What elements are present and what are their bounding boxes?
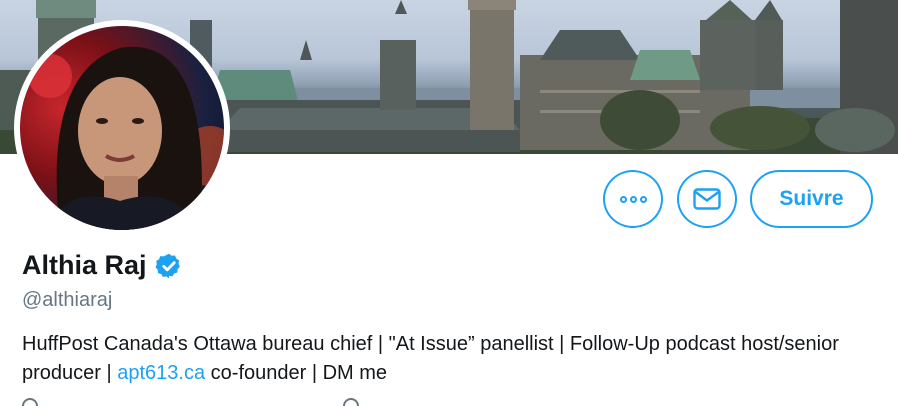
envelope-icon <box>693 188 721 210</box>
profile-name-row: Althia Raj <box>22 250 183 281</box>
bio-link[interactable]: apt613.ca <box>117 362 205 384</box>
avatar[interactable] <box>20 26 224 230</box>
profile-handle: @althiaraj <box>22 289 113 311</box>
more-options-button[interactable] <box>603 170 663 228</box>
link-icon <box>343 398 359 406</box>
location-icon <box>22 398 38 406</box>
more-options-icon <box>619 195 647 203</box>
verified-badge-icon <box>154 253 180 278</box>
profile-name: Althia Raj <box>22 250 147 280</box>
bio-text-2: co-founder | DM me <box>205 362 388 384</box>
profile-photo <box>28 46 224 230</box>
send-message-button[interactable] <box>677 170 737 228</box>
follow-button[interactable]: Suivre <box>750 170 873 228</box>
profile-bio: HuffPost Canada's Ottawa bureau chief | … <box>22 330 882 388</box>
profile-avatar-frame[interactable] <box>14 20 230 236</box>
